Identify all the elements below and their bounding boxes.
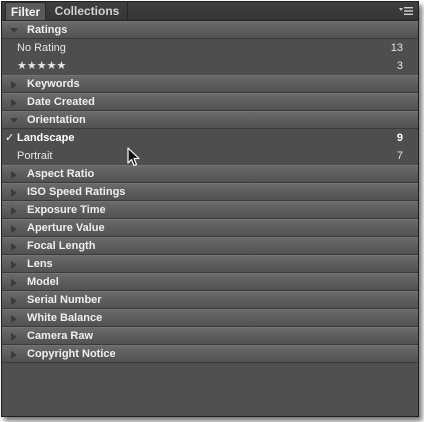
disclosure-triangle-right-icon[interactable]	[10, 315, 18, 323]
tab-filter[interactable]: Filter	[5, 2, 46, 20]
filter-option-count: 3	[396, 60, 403, 72]
section-header-label: Copyright Notice	[27, 348, 116, 360]
section-header-aperture-value[interactable]: Aperture Value	[2, 219, 418, 237]
disclosure-triangle-right-icon[interactable]	[10, 207, 18, 215]
section-header-label: White Balance	[27, 312, 103, 324]
section-header-aspect-ratio[interactable]: Aspect Ratio	[2, 165, 418, 183]
filter-option-label: No Rating	[17, 42, 66, 54]
filter-option-row[interactable]: ★★★★★ 3	[2, 57, 418, 75]
filter-option-label: Portrait	[17, 150, 53, 162]
mouse-pointer-icon	[127, 147, 140, 167]
filter-option-row[interactable]: No Rating 13	[2, 39, 418, 57]
disclosure-triangle-right-icon[interactable]	[10, 261, 18, 269]
tab-collections[interactable]: Collections	[47, 2, 128, 20]
checkmark-icon: ✓	[5, 132, 15, 144]
disclosure-triangle-right-icon[interactable]	[10, 189, 18, 197]
section-header-focal-length[interactable]: Focal Length	[2, 237, 418, 255]
disclosure-triangle-right-icon[interactable]	[10, 333, 18, 341]
disclosure-triangle-right-icon[interactable]	[10, 351, 18, 359]
section-header-label: Focal Length	[27, 240, 96, 252]
section-header-label: Lens	[27, 258, 53, 270]
section-header-label: Keywords	[27, 78, 80, 90]
section-header-copyright-notice[interactable]: Copyright Notice	[2, 345, 418, 363]
section-header-iso-speed-ratings[interactable]: ISO Speed Ratings	[2, 183, 418, 201]
filter-option-count: 9	[396, 132, 403, 144]
disclosure-triangle-right-icon[interactable]	[10, 99, 18, 107]
section-header-camera-raw[interactable]: Camera Raw	[2, 327, 418, 345]
section-header-date-created[interactable]: Date Created	[2, 93, 418, 111]
section-header-label: Aperture Value	[27, 222, 105, 234]
filter-option-label: Landscape	[17, 132, 75, 144]
disclosure-triangle-down-icon[interactable]	[10, 27, 18, 35]
filter-option-count: 13	[390, 42, 403, 54]
filter-option-count: 7	[396, 150, 403, 162]
disclosure-triangle-right-icon[interactable]	[10, 297, 18, 305]
section-header-ratings[interactable]: Ratings	[2, 21, 418, 39]
section-header-label: Date Created	[27, 96, 95, 108]
section-header-lens[interactable]: Lens	[2, 255, 418, 273]
section-header-label: ISO Speed Ratings	[27, 186, 126, 198]
filter-option-row[interactable]: Portrait 7	[2, 147, 418, 165]
filter-list: Ratings No Rating 13 ★★★★★ 3 Keywords Date Cre…	[2, 21, 418, 363]
section-header-white-balance[interactable]: White Balance	[2, 309, 418, 327]
section-header-label: Camera Raw	[27, 330, 94, 342]
section-header-orientation[interactable]: Orientation	[2, 111, 418, 129]
filter-option-row[interactable]: ✓ Landscape 9	[2, 129, 418, 147]
disclosure-triangle-right-icon[interactable]	[10, 279, 18, 287]
disclosure-triangle-down-icon[interactable]	[10, 117, 18, 125]
section-header-label: Serial Number	[27, 294, 102, 306]
section-header-model[interactable]: Model	[2, 273, 418, 291]
section-header-label: Ratings	[27, 24, 68, 36]
section-header-serial-number[interactable]: Serial Number	[2, 291, 418, 309]
section-header-label: Exposure Time	[27, 204, 106, 216]
star-rating-label: ★★★★★	[17, 60, 67, 72]
panel-tab-bar: Filter Collections	[2, 2, 418, 21]
disclosure-triangle-right-icon[interactable]	[10, 225, 18, 233]
section-header-exposure-time[interactable]: Exposure Time	[2, 201, 418, 219]
disclosure-triangle-right-icon[interactable]	[10, 243, 18, 251]
disclosure-triangle-right-icon[interactable]	[10, 81, 18, 89]
section-header-label: Aspect Ratio	[27, 168, 95, 180]
filter-panel: Filter Collections Ratings No Rating 13 ★★★…	[1, 1, 419, 417]
panel-menu-icon[interactable]	[399, 6, 413, 16]
disclosure-triangle-right-icon[interactable]	[10, 171, 18, 179]
section-header-label: Orientation	[27, 114, 86, 126]
section-header-label: Model	[27, 276, 59, 288]
section-header-keywords[interactable]: Keywords	[2, 75, 418, 93]
